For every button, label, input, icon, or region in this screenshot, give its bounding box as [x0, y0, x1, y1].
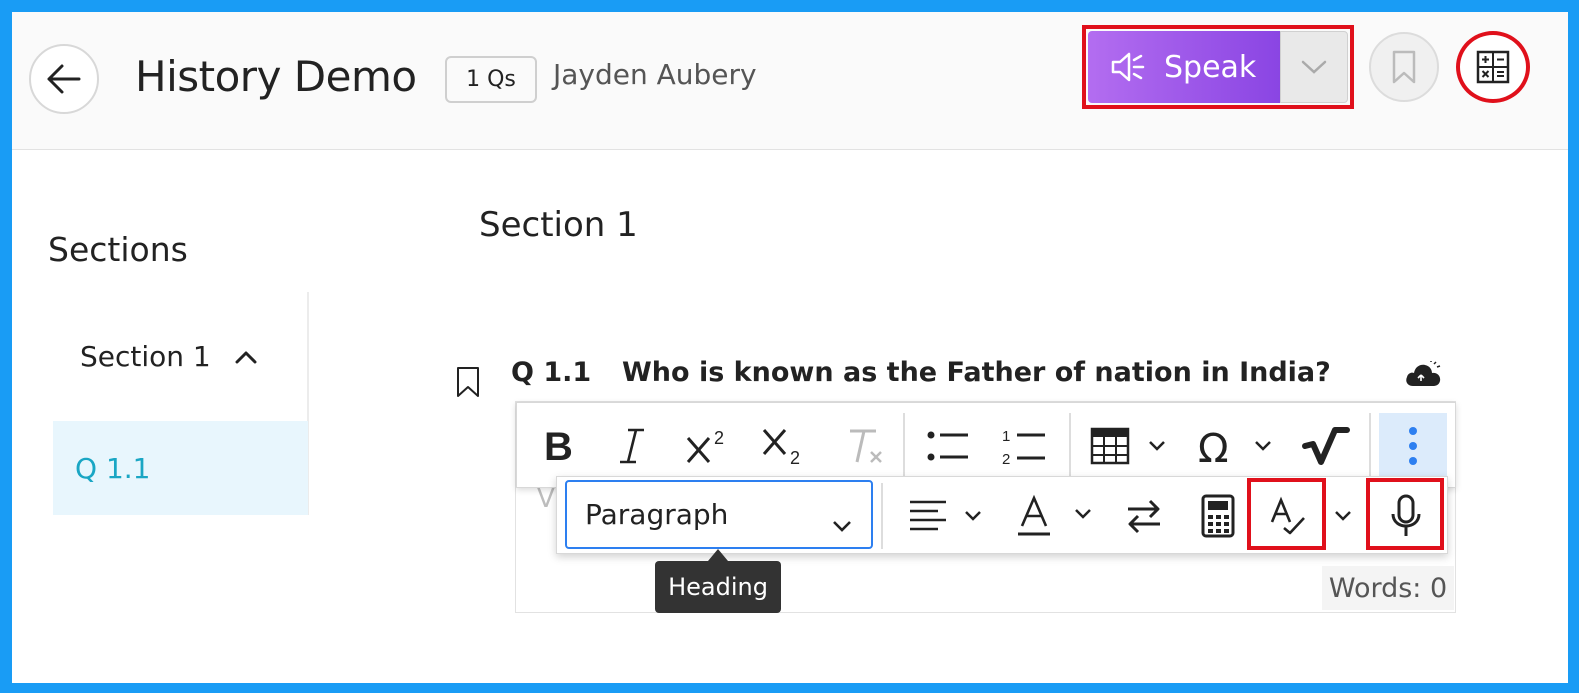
chevron-down-icon: [1301, 60, 1327, 74]
cloud-saved-icon: [1404, 361, 1442, 391]
align-button[interactable]: [903, 491, 993, 541]
section-title: Section 1: [479, 205, 638, 245]
vertical-dots-icon: [1409, 427, 1417, 465]
clear-format-button[interactable]: [841, 423, 889, 469]
question-text: Who is known as the Father of nation in …: [622, 357, 1331, 388]
arrow-left-icon: [47, 64, 81, 94]
italic-button[interactable]: [609, 423, 655, 469]
calculator-tool-button[interactable]: [1193, 491, 1243, 541]
speak-label: Speak: [1164, 49, 1257, 85]
sidebar-section-label: Section 1: [80, 340, 211, 373]
bold-button[interactable]: B: [535, 423, 583, 469]
svg-text:Ω: Ω: [1198, 426, 1229, 466]
speaker-icon: [1110, 50, 1146, 84]
spell-check-dropdown[interactable]: [1327, 491, 1359, 541]
swap-arrows-icon: [1128, 499, 1160, 534]
align-left-icon: [910, 500, 981, 531]
table-icon: [1090, 427, 1165, 465]
bulleted-list-icon: [927, 431, 968, 461]
word-count: Words: 0: [1322, 566, 1454, 610]
paragraph-format-select[interactable]: Paragraph: [565, 480, 873, 549]
speak-button[interactable]: Speak: [1088, 31, 1280, 103]
sidebar-question-label: Q 1.1: [75, 451, 151, 485]
tooltip-arrow: [708, 549, 728, 561]
bookmark-button[interactable]: [1369, 32, 1439, 102]
font-color-button[interactable]: [1013, 491, 1103, 541]
paragraph-select-value: Paragraph: [585, 498, 729, 531]
heading-tooltip: Heading: [655, 561, 781, 613]
question-bookmark-button[interactable]: [456, 366, 480, 402]
svg-text:1: 1: [1002, 428, 1010, 445]
toolbar-separator: [1369, 413, 1371, 479]
svg-text:2: 2: [714, 428, 724, 448]
special-characters-button[interactable]: Ω: [1189, 423, 1279, 469]
sidebar-item-q-1-1[interactable]: Q 1.1: [53, 421, 308, 515]
clear-format-icon: [850, 429, 882, 463]
text-direction-button[interactable]: [1119, 491, 1169, 541]
calculator-icon: [1201, 494, 1235, 538]
student-name: Jayden Aubery: [553, 58, 757, 91]
speak-dropdown-button[interactable]: [1280, 31, 1348, 103]
superscript-button[interactable]: 2: [683, 423, 733, 469]
omega-icon: Ω: [1198, 426, 1271, 466]
question-number: Q 1.1: [511, 357, 592, 388]
spell-check-highlight-box: [1247, 478, 1326, 550]
sections-heading: Sections: [48, 230, 188, 269]
subscript-button[interactable]: 2: [759, 423, 809, 469]
bulleted-list-button[interactable]: [921, 423, 975, 469]
calculator-button[interactable]: [1456, 31, 1530, 103]
page-title: History Demo: [135, 52, 417, 101]
subscript-icon: 2: [762, 429, 800, 468]
numbered-list-button[interactable]: 1 2: [997, 423, 1051, 469]
chevron-down-icon: [831, 507, 853, 540]
more-options-button[interactable]: [1379, 413, 1447, 479]
bookmark-icon: [1392, 50, 1416, 84]
bold-icon: B: [544, 428, 573, 464]
table-button[interactable]: [1083, 423, 1173, 469]
microphone-highlight-box: [1366, 478, 1444, 550]
question-count-badge: 1 Qs: [445, 56, 537, 103]
toolbar-separator: [881, 483, 883, 549]
svg-text:B: B: [544, 428, 573, 464]
calculator-icon: [1476, 50, 1510, 84]
chevron-up-icon: [235, 351, 257, 363]
superscript-icon: 2: [686, 428, 724, 463]
chevron-down-icon: [1335, 511, 1351, 521]
sidebar-item-section-1[interactable]: Section 1: [80, 340, 257, 373]
font-color-icon: [1018, 494, 1091, 536]
toolbar-separator: [1069, 413, 1071, 479]
math-equation-button[interactable]: [1299, 421, 1353, 471]
numbered-list-icon: 1 2: [1002, 428, 1045, 466]
editor-text: V: [537, 484, 555, 514]
svg-text:2: 2: [790, 448, 800, 468]
toolbar-separator: [903, 413, 905, 479]
square-root-icon: [1302, 427, 1350, 465]
back-button[interactable]: [29, 44, 99, 114]
svg-text:2: 2: [1002, 451, 1010, 466]
italic-icon: [620, 428, 644, 464]
bookmark-icon: [457, 367, 479, 397]
